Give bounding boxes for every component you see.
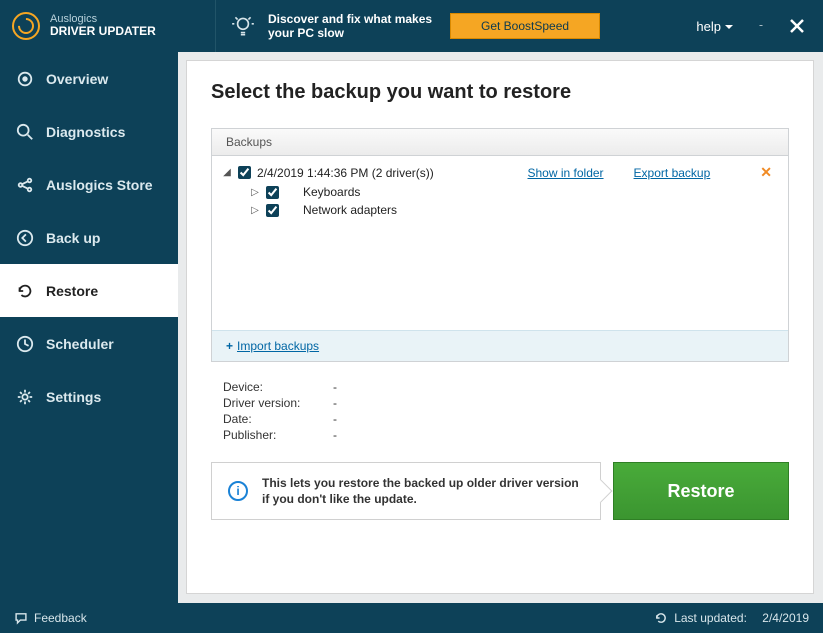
delete-backup-icon[interactable]: ✕ [760, 164, 772, 181]
detail-publisher-label: Publisher: [223, 428, 333, 442]
sidebar-item-backup[interactable]: Back up [0, 211, 178, 264]
minimize-button[interactable] [753, 18, 769, 34]
sidebar-item-store[interactable]: Auslogics Store [0, 158, 178, 211]
sidebar-item-restore[interactable]: Restore [0, 264, 178, 317]
info-icon: i [228, 481, 248, 501]
target-icon [16, 70, 34, 88]
plus-icon: + [226, 339, 233, 353]
sidebar-item-label: Scheduler [46, 336, 114, 352]
back-arrow-icon [16, 229, 34, 247]
backup-child-checkbox[interactable] [266, 186, 279, 199]
expand-caret-icon[interactable]: ▷ [250, 187, 260, 198]
detail-device-value: - [333, 380, 337, 394]
sidebar-item-label: Overview [46, 71, 108, 87]
detail-publisher-value: - [333, 428, 337, 442]
detail-device-label: Device: [223, 380, 333, 394]
backups-list: Backups ◢ 2/4/2019 1:44:36 PM (2 driver(… [211, 128, 789, 362]
search-icon [16, 123, 34, 141]
share-icon [16, 176, 34, 194]
import-backups-bar[interactable]: + Import backups [212, 330, 788, 361]
feedback-link[interactable]: Feedback [14, 611, 87, 625]
backup-child-item[interactable]: ▷ Network adapters [250, 201, 778, 219]
refresh-icon [654, 611, 668, 625]
clock-icon [16, 335, 34, 353]
sidebar-item-settings[interactable]: Settings [0, 370, 178, 423]
export-backup-link[interactable]: Export backup [634, 166, 711, 180]
info-text: This lets you restore the backed up olde… [262, 475, 584, 507]
backup-details: Device:- Driver version:- Date:- Publish… [223, 380, 789, 444]
get-boostspeed-button[interactable]: Get BoostSpeed [450, 13, 600, 39]
sidebar-item-label: Auslogics Store [46, 177, 153, 193]
restore-icon [16, 282, 34, 300]
lightbulb-icon [230, 13, 256, 39]
detail-driverversion-value: - [333, 396, 337, 410]
info-box: i This lets you restore the backed up ol… [211, 462, 601, 520]
backup-child-item[interactable]: ▷ Keyboards [250, 183, 778, 201]
sidebar-item-label: Back up [46, 230, 100, 246]
detail-date-value: - [333, 412, 337, 426]
feedback-label: Feedback [34, 611, 87, 625]
sidebar-item-label: Restore [46, 283, 98, 299]
backups-header: Backups [212, 129, 788, 156]
last-updated: Last updated: 2/4/2019 [654, 611, 809, 625]
app-logo: Auslogics DRIVER UPDATER [0, 0, 216, 52]
sidebar-item-scheduler[interactable]: Scheduler [0, 317, 178, 370]
expand-caret-icon[interactable]: ▷ [250, 205, 260, 216]
page-title: Select the backup you want to restore [211, 81, 789, 104]
help-menu[interactable]: help [696, 19, 733, 34]
backup-checkbox[interactable] [238, 166, 251, 179]
backup-child-label: Keyboards [303, 185, 360, 199]
backup-label: 2/4/2019 1:44:36 PM (2 driver(s)) [257, 166, 434, 180]
sidebar-item-overview[interactable]: Overview [0, 52, 178, 105]
sidebar-item-label: Diagnostics [46, 124, 125, 140]
promo-text: Discover and fix what makes your PC slow [268, 12, 438, 41]
close-button[interactable] [789, 18, 805, 34]
logo-icon [12, 12, 40, 40]
sidebar-item-diagnostics[interactable]: Diagnostics [0, 105, 178, 158]
detail-date-label: Date: [223, 412, 333, 426]
last-updated-value: 2/4/2019 [762, 611, 809, 625]
app-name-main: DRIVER UPDATER [50, 25, 156, 38]
backup-child-label: Network adapters [303, 203, 397, 217]
gear-icon [16, 388, 34, 406]
backup-child-checkbox[interactable] [266, 204, 279, 217]
restore-button[interactable]: Restore [613, 462, 789, 520]
import-backups-link[interactable]: Import backups [237, 339, 319, 353]
speech-bubble-icon [14, 611, 28, 625]
backup-entry[interactable]: ◢ 2/4/2019 1:44:36 PM (2 driver(s)) Show… [222, 162, 778, 183]
sidebar-item-label: Settings [46, 389, 101, 405]
last-updated-label: Last updated: [674, 611, 747, 625]
sidebar: Overview Diagnostics Auslogics Store Bac… [0, 52, 178, 603]
collapse-caret-icon[interactable]: ◢ [222, 167, 232, 178]
show-in-folder-link[interactable]: Show in folder [528, 166, 604, 180]
detail-driverversion-label: Driver version: [223, 396, 333, 410]
